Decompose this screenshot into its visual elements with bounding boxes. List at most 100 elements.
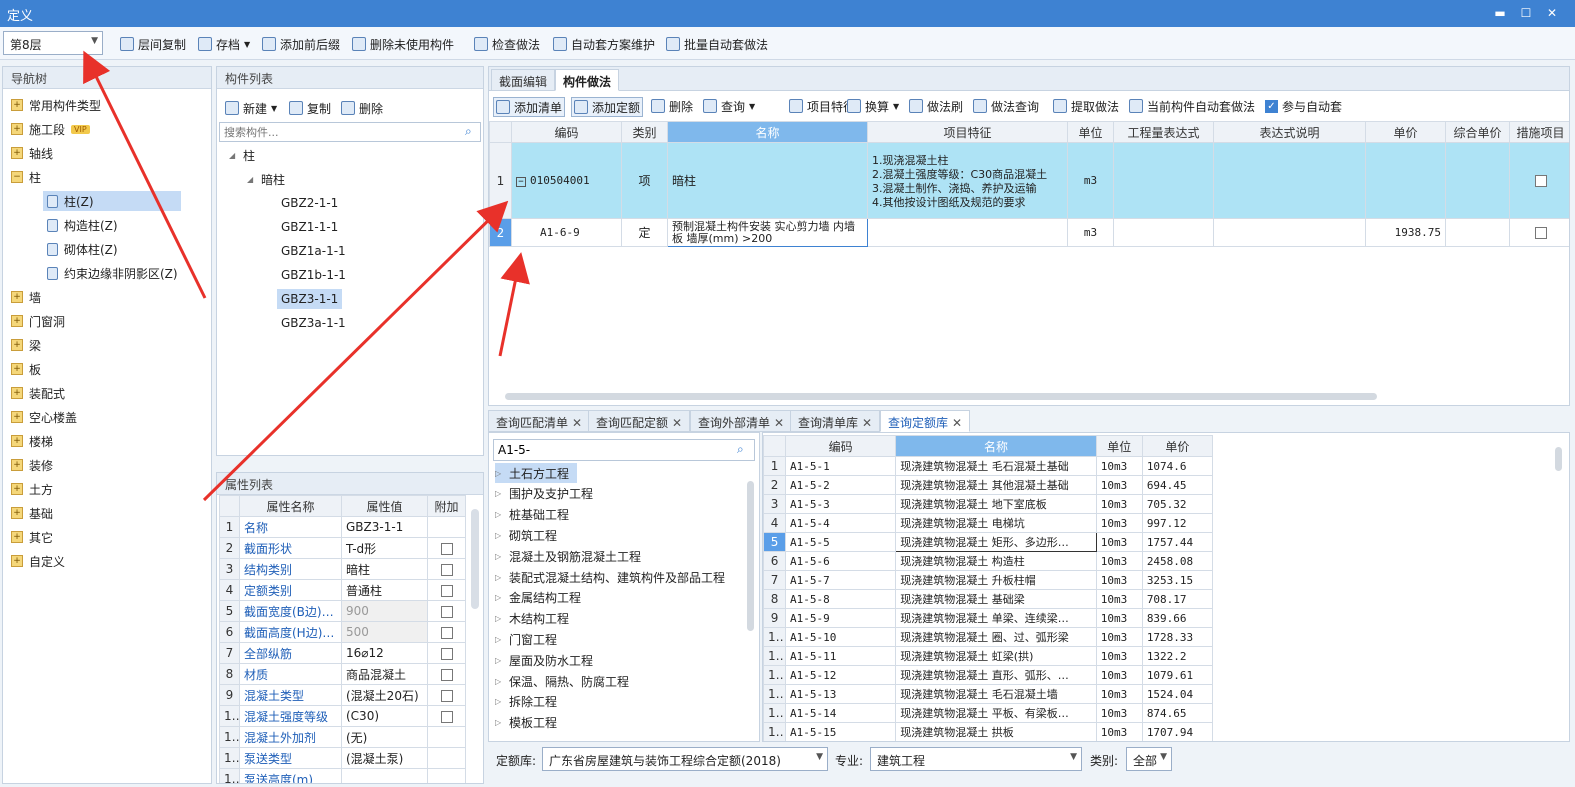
quota-unit[interactable]: 10m3 — [1095, 456, 1143, 476]
nav-item[interactable]: + 空心楼盖 — [11, 407, 77, 427]
auto-scheme-button[interactable]: 自动套方案维护 — [553, 35, 655, 53]
extra-checkbox[interactable] — [440, 626, 453, 639]
expand-icon[interactable]: ▷ — [495, 697, 503, 706]
property-value[interactable]: 商品混凝土 — [341, 663, 428, 685]
property-extra[interactable] — [427, 726, 466, 748]
property-row[interactable]: 8 材质 商品混凝土 — [219, 663, 466, 685]
category-select[interactable]: 全部 ▼ — [1126, 747, 1172, 771]
quota-price[interactable]: 1524.04 — [1141, 684, 1214, 704]
expand-icon[interactable]: + — [11, 291, 23, 303]
major-select[interactable]: 建筑工程 ▼ — [870, 747, 1082, 771]
quota-unit[interactable]: 10m3 — [1095, 494, 1143, 514]
property-value[interactable]: T-d形 — [341, 537, 428, 559]
property-extra[interactable] — [427, 768, 466, 783]
component-item[interactable]: GBZ3a-1-1 — [277, 313, 350, 333]
quota-unit[interactable]: 10m3 — [1095, 513, 1143, 533]
property-row[interactable]: 5 截面宽度(B边)(... 900 — [219, 600, 466, 622]
table-row[interactable]: 1 A1-5-1 现浇建筑物混凝土 毛石混凝土基础 10m3 1074.6 — [763, 456, 1214, 476]
quota-code[interactable]: A1-5-12 — [785, 665, 897, 685]
quota-price[interactable]: 1079.61 — [1141, 665, 1214, 685]
nav-item[interactable]: + 自定义 — [11, 551, 65, 571]
property-value[interactable]: 900 — [341, 600, 428, 622]
total-price-cell[interactable] — [1445, 142, 1510, 219]
quota-unit[interactable]: 10m3 — [1095, 665, 1143, 685]
nav-item[interactable]: + 常用构件类型 — [11, 95, 101, 115]
measure-cell[interactable] — [1509, 218, 1569, 247]
quota-tree-item[interactable]: ▷ 屋面及防水工程 — [495, 650, 593, 670]
close-icon[interactable]: ✕ — [862, 416, 872, 430]
expand-icon[interactable]: ▷ — [495, 677, 503, 686]
quota-price[interactable]: 839.66 — [1141, 608, 1214, 628]
expand-icon[interactable]: + — [11, 531, 23, 543]
quota-unit[interactable]: 10m3 — [1095, 684, 1143, 704]
quota-code[interactable]: A1-5-3 — [785, 494, 897, 514]
quota-name[interactable]: 现浇建筑物混凝土 圈、过、弧形梁 — [895, 627, 1097, 647]
expr-cell[interactable] — [1113, 218, 1214, 247]
component-item[interactable]: GBZ1a-1-1 — [277, 241, 350, 261]
quota-tree-item[interactable]: ▷ 砌筑工程 — [495, 525, 557, 545]
table-row[interactable]: 6 A1-5-6 现浇建筑物混凝土 构造柱 10m3 2458.08 — [763, 551, 1214, 571]
quota-code[interactable]: A1-5-13 — [785, 684, 897, 704]
quota-search-input[interactable] — [493, 439, 755, 461]
property-extra[interactable] — [427, 537, 466, 559]
nav-item[interactable]: + 装配式 — [11, 383, 65, 403]
join-auto-checkbox[interactable]: ✓ 参与自动套 — [1265, 97, 1342, 115]
nav-item[interactable]: + 轴线 — [11, 143, 53, 163]
property-extra[interactable] — [427, 663, 466, 685]
tree-group[interactable]: ◢ 暗柱 — [247, 169, 285, 189]
convert-button[interactable]: 换算 ▼ — [847, 97, 899, 115]
quota-price[interactable]: 1757.44 — [1141, 532, 1214, 552]
expand-icon[interactable]: + — [11, 507, 23, 519]
auto-method-button[interactable]: 当前构件自动套做法 — [1129, 97, 1255, 115]
quota-library-select[interactable]: 广东省房屋建筑与装饰工程综合定额(2018) ▼ — [542, 747, 828, 771]
quota-tree-item[interactable]: ▷ 装配式混凝土结构、建筑构件及部品工程 — [495, 567, 725, 587]
delete-button[interactable]: 删除 — [651, 97, 693, 115]
expand-icon[interactable]: + — [11, 555, 23, 567]
batch-auto-button[interactable]: 批量自动套做法 — [666, 35, 768, 53]
property-extra[interactable] — [427, 621, 466, 643]
quota-code[interactable]: A1-5-5 — [785, 532, 897, 552]
tab-section-edit[interactable]: 截面编辑 — [491, 69, 556, 91]
query-tab[interactable]: 查询外部清单 ✕ — [690, 410, 793, 432]
type-cell[interactable]: 定 — [621, 218, 668, 247]
quota-price[interactable]: 1074.6 — [1141, 456, 1214, 476]
quota-unit[interactable]: 10m3 — [1095, 703, 1143, 723]
property-value[interactable]: (C30) — [341, 705, 428, 727]
quota-scrollbar[interactable] — [1555, 447, 1562, 471]
horizontal-scrollbar[interactable] — [505, 393, 1377, 400]
quota-code[interactable]: A1-5-4 — [785, 513, 897, 533]
quota-tree-item[interactable]: ▷ 混凝土及钢筋混凝土工程 — [495, 546, 641, 566]
table-row[interactable]: 3 A1-5-3 现浇建筑物混凝土 地下室底板 10m3 705.32 — [763, 494, 1214, 514]
table-row[interactable]: 13 A1-5-13 现浇建筑物混凝土 毛石混凝土墙 10m3 1524.04 — [763, 684, 1214, 704]
code-cell[interactable]: −010504001 — [511, 142, 622, 219]
nav-item[interactable]: + 土方 — [11, 479, 53, 499]
quota-name[interactable]: 现浇建筑物混凝土 虹梁(拱) — [895, 646, 1097, 666]
property-value[interactable]: (混凝土20石) — [341, 684, 428, 706]
extra-checkbox[interactable] — [440, 668, 453, 681]
property-extra[interactable] — [427, 684, 466, 706]
expand-icon[interactable]: + — [11, 411, 23, 423]
quota-price[interactable]: 1322.2 — [1141, 646, 1214, 666]
close-icon[interactable]: ✕ — [572, 416, 582, 430]
expand-icon[interactable]: + — [11, 363, 23, 375]
tree-root[interactable]: ◢ 柱 — [229, 145, 255, 165]
quota-code[interactable]: A1-5-8 — [785, 589, 897, 609]
extra-checkbox[interactable] — [440, 710, 453, 723]
quota-unit[interactable]: 10m3 — [1095, 608, 1143, 628]
extra-checkbox[interactable] — [440, 542, 453, 555]
quota-name[interactable]: 现浇建筑物混凝土 单梁、连续梁… — [895, 608, 1097, 628]
nav-item[interactable]: + 门窗洞 — [11, 311, 65, 331]
extra-checkbox[interactable] — [440, 689, 453, 702]
property-extra[interactable] — [427, 558, 466, 580]
close-icon[interactable]: ✕ — [952, 416, 962, 430]
component-item[interactable]: GBZ3-1-1 — [277, 289, 343, 309]
copy-between-floors-button[interactable]: 层间复制 — [120, 35, 186, 53]
nav-subitem[interactable]: 柱(Z) — [43, 191, 181, 211]
archive-button[interactable]: 存档 ▼ — [198, 35, 250, 53]
property-value[interactable]: GBZ3-1-1 — [341, 516, 428, 538]
quota-price[interactable]: 2458.08 — [1141, 551, 1214, 571]
quota-tree-item[interactable]: ▷ 保温、隔热、防腐工程 — [495, 671, 629, 691]
table-row[interactable]: 11 A1-5-11 现浇建筑物混凝土 虹梁(拱) 10m3 1322.2 — [763, 646, 1214, 666]
expand-icon[interactable]: + — [11, 483, 23, 495]
expand-icon[interactable]: + — [11, 339, 23, 351]
